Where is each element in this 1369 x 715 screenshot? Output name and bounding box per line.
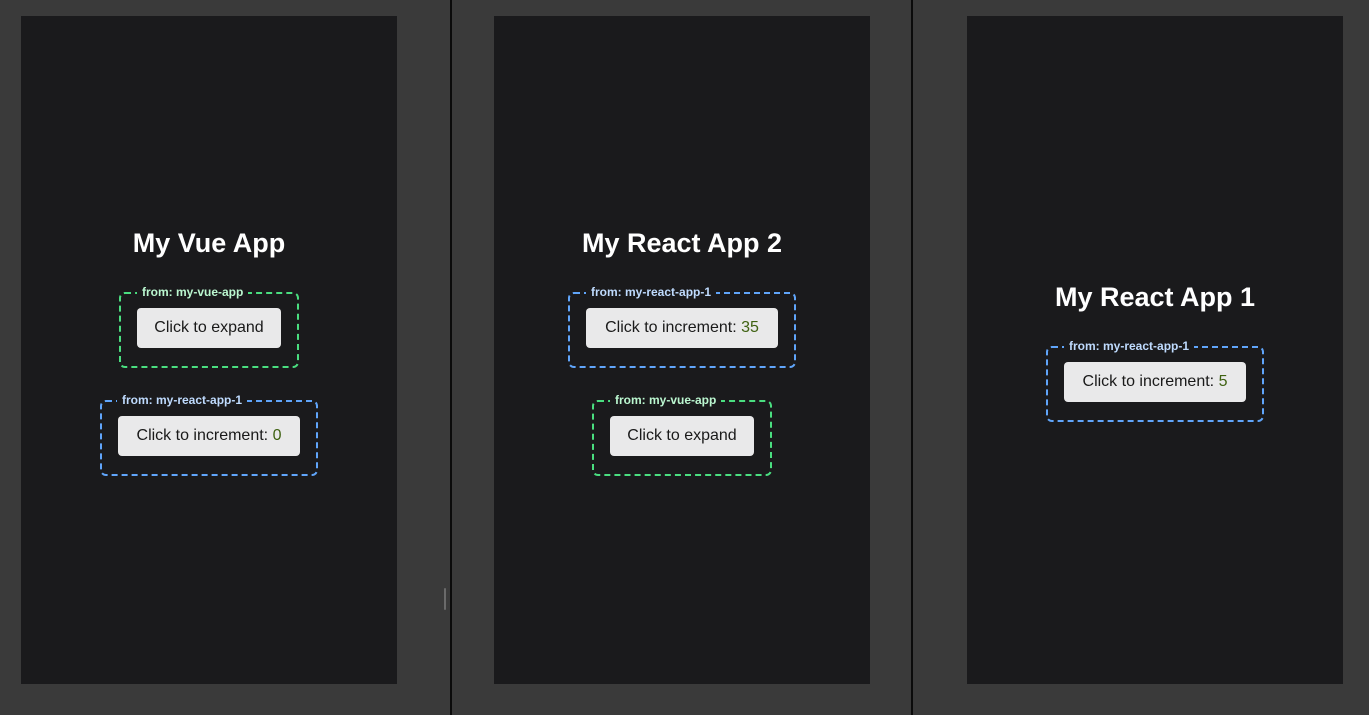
app-frame: My React App 2 from: my-react-app-1 Clic… xyxy=(494,16,870,684)
button-label: Click to increment: xyxy=(605,319,742,336)
app-frame: My Vue App from: my-vue-app Click to exp… xyxy=(21,16,397,684)
remote-source-label: from: my-vue-app xyxy=(610,393,722,407)
remote-react-component: from: my-react-app-1 Click to increment:… xyxy=(1046,339,1264,422)
remote-source-label: from: my-react-app-1 xyxy=(586,285,717,299)
button-label: Click to expand xyxy=(154,319,264,336)
button-label: Click to expand xyxy=(627,427,737,444)
remote-vue-component: from: my-vue-app Click to expand xyxy=(119,285,299,368)
counter-value: 5 xyxy=(1218,373,1228,390)
app-title: My Vue App xyxy=(132,228,286,258)
remote-source-label: from: my-vue-app xyxy=(137,285,249,299)
remote-source-label: from: my-react-app-1 xyxy=(1064,339,1195,353)
increment-button[interactable]: Click to increment: 0 xyxy=(118,416,300,456)
counter-value: 35 xyxy=(741,319,759,336)
expand-button[interactable]: Click to expand xyxy=(610,416,754,456)
remote-vue-component: from: my-vue-app Click to expand xyxy=(592,393,772,476)
counter-value: 0 xyxy=(272,427,282,444)
increment-button[interactable]: Click to increment: 5 xyxy=(1064,362,1246,402)
increment-button[interactable]: Click to increment: 35 xyxy=(586,308,778,348)
remote-react-component: from: my-react-app-1 Click to increment:… xyxy=(568,285,796,368)
remote-react-component: from: my-react-app-1 Click to increment:… xyxy=(100,393,318,476)
app-title: My React App 2 xyxy=(581,228,783,258)
pane-vue-app: My Vue App from: my-vue-app Click to exp… xyxy=(0,0,450,715)
app-frame: My React App 1 from: my-react-app-1 Clic… xyxy=(967,16,1343,684)
resize-handle[interactable] xyxy=(444,588,446,610)
button-label: Click to increment: xyxy=(136,427,273,444)
expand-button[interactable]: Click to expand xyxy=(137,308,281,348)
remote-source-label: from: my-react-app-1 xyxy=(117,393,248,407)
button-label: Click to increment: xyxy=(1082,373,1219,390)
pane-react-app-2: My React App 2 from: my-react-app-1 Clic… xyxy=(452,0,911,715)
app-title: My React App 1 xyxy=(1054,282,1256,312)
pane-react-app-1: My React App 1 from: my-react-app-1 Clic… xyxy=(913,0,1369,715)
